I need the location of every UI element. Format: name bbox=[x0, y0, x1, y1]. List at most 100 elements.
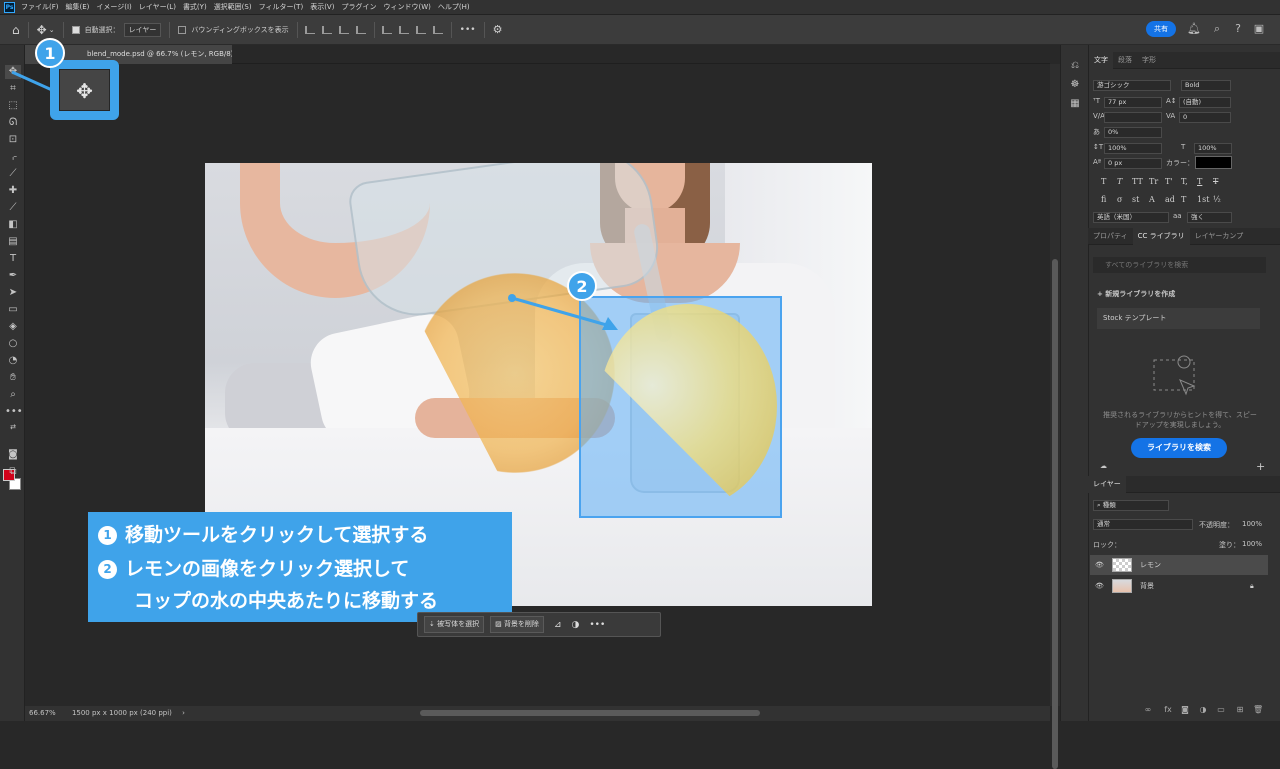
more-options-button[interactable]: ••• bbox=[589, 620, 605, 630]
opacity-value[interactable]: 100% bbox=[1242, 520, 1262, 528]
menu-plugins[interactable]: プラグイン bbox=[341, 2, 376, 12]
visibility-eye-icon[interactable]: 👁︎ bbox=[1095, 555, 1104, 575]
create-library-button[interactable]: + 新規ライブラリを作成 bbox=[1097, 289, 1175, 299]
quick-mask-icon[interactable]: ◙ bbox=[5, 448, 21, 462]
menu-window[interactable]: ウィンドウ(W) bbox=[383, 2, 430, 12]
tab-cc-libraries[interactable]: CC ライブラリ bbox=[1132, 227, 1190, 245]
tsume-field[interactable]: 0% bbox=[1104, 127, 1162, 138]
align-left-icon[interactable] bbox=[304, 25, 315, 34]
lasso-tool-icon[interactable]: ᘏ bbox=[5, 116, 21, 130]
zoom-level[interactable]: 66.67% bbox=[29, 709, 56, 717]
link-layers-icon[interactable]: ∞ bbox=[1143, 705, 1153, 715]
library-search-input[interactable]: すべてのライブラリを検索 bbox=[1093, 257, 1266, 273]
zoom-tool-icon[interactable]: ⌕ bbox=[5, 388, 21, 402]
fill-value[interactable]: 100% bbox=[1242, 540, 1262, 548]
show-bounding-box-checkbox[interactable]: バウンディングボックスを表示 bbox=[178, 20, 289, 40]
object-selection-tool-icon[interactable]: ⊡ bbox=[5, 133, 21, 147]
home-icon[interactable]: ⌂ bbox=[12, 20, 20, 40]
font-size-field[interactable]: 77 px bbox=[1104, 97, 1162, 108]
more-options-button[interactable]: ••• bbox=[460, 20, 476, 40]
visibility-eye-icon[interactable]: 👁︎ bbox=[1095, 576, 1104, 596]
text-color-swatch[interactable] bbox=[1195, 156, 1232, 169]
remove-background-button[interactable]: ▨ 背景を削除 bbox=[490, 616, 544, 633]
vertical-scrollbar[interactable] bbox=[1050, 64, 1060, 769]
cloud-icon[interactable]: ☁︎ bbox=[1100, 462, 1107, 470]
menu-view[interactable]: 表示(V) bbox=[310, 2, 334, 12]
stylistic-alt-button[interactable]: ad bbox=[1165, 195, 1175, 204]
new-layer-icon[interactable]: ⊞ bbox=[1235, 705, 1245, 715]
menu-image[interactable]: イメージ(I) bbox=[96, 2, 131, 12]
chevron-down-icon[interactable]: ⌄ bbox=[49, 20, 55, 40]
blur-tool-icon[interactable]: ○ bbox=[5, 337, 21, 351]
delete-layer-icon[interactable]: 🗑︎ bbox=[1253, 705, 1263, 715]
paint-bucket-tool-icon[interactable]: ◈ bbox=[5, 320, 21, 334]
titling-alt-button[interactable]: T bbox=[1181, 195, 1186, 204]
align-top-icon[interactable] bbox=[355, 25, 366, 34]
screen-mode-icon[interactable]: ⧉ bbox=[5, 465, 21, 479]
swash-button[interactable]: A bbox=[1149, 195, 1155, 204]
blend-mode-select[interactable]: 通常 bbox=[1093, 519, 1193, 530]
adjustment-layer-icon[interactable]: ◑ bbox=[1198, 705, 1208, 715]
ordinals-button[interactable]: 1st bbox=[1197, 195, 1209, 204]
tab-paragraph[interactable]: 段落 bbox=[1113, 52, 1137, 69]
menu-edit[interactable]: 編集(E) bbox=[66, 2, 90, 12]
rectangle-tool-icon[interactable]: ▭ bbox=[5, 303, 21, 317]
move-tool-preset-icon[interactable]: ✥ bbox=[37, 20, 47, 40]
brush-settings-icon[interactable]: ☸ bbox=[1069, 79, 1081, 91]
pen-tool-icon[interactable]: ✒︎ bbox=[5, 269, 21, 283]
brush-tool-icon[interactable]: ⟋ bbox=[5, 201, 21, 215]
menu-help[interactable]: ヘルプ(H) bbox=[438, 2, 470, 12]
tab-character[interactable]: 文字 bbox=[1089, 51, 1113, 69]
browse-libraries-button[interactable]: ライブラリを検索 bbox=[1131, 438, 1227, 458]
marquee-tool-icon[interactable]: ⬚ bbox=[5, 99, 21, 113]
tracking-field[interactable]: 0 bbox=[1179, 112, 1231, 123]
help-icon[interactable]: ? bbox=[1231, 22, 1245, 36]
chevron-right-icon[interactable]: › bbox=[182, 709, 185, 717]
healing-brush-tool-icon[interactable]: ✚ bbox=[5, 184, 21, 198]
history-icon[interactable]: ⎌ bbox=[1069, 60, 1081, 72]
menu-type[interactable]: 書式(Y) bbox=[183, 2, 207, 12]
add-icon[interactable]: + bbox=[1256, 460, 1265, 473]
edit-toolbar-icon[interactable]: ••• bbox=[5, 405, 23, 419]
eraser-tool-icon[interactable]: ◧ bbox=[5, 218, 21, 232]
distribute-top-icon[interactable] bbox=[432, 25, 443, 34]
new-group-icon[interactable]: ▭ bbox=[1216, 705, 1226, 715]
layer-filter-select[interactable]: ⌕ 種類 bbox=[1093, 500, 1169, 511]
menu-filter[interactable]: フィルター(T) bbox=[259, 2, 304, 12]
transform-icon[interactable]: ⊿ bbox=[554, 620, 562, 630]
font-style-select[interactable]: Bold bbox=[1181, 80, 1231, 91]
subscript-button[interactable]: T, bbox=[1181, 177, 1188, 186]
contextual-alt-button[interactable]: σ bbox=[1117, 195, 1122, 204]
swap-colors-icon[interactable]: ⇄ bbox=[5, 420, 21, 434]
baseline-shift-field[interactable]: 0 px bbox=[1104, 158, 1162, 169]
search-icon[interactable]: ⌕ bbox=[1210, 22, 1224, 36]
hand-tool-icon[interactable]: ✋︎ bbox=[5, 371, 21, 385]
faux-italic-button[interactable]: T bbox=[1117, 177, 1122, 186]
eyedropper-tool-icon[interactable]: ⟋ bbox=[5, 167, 21, 181]
swatches-icon[interactable]: ▦ bbox=[1069, 98, 1081, 110]
layer-row-background[interactable]: 👁︎ 背景 🔒︎ bbox=[1090, 576, 1268, 596]
language-select[interactable]: 英語（米国） bbox=[1093, 212, 1169, 223]
tab-layer-comps[interactable]: レイヤーカンプ bbox=[1190, 228, 1249, 245]
align-right-icon[interactable] bbox=[338, 25, 349, 34]
horizontal-scrollbar[interactable] bbox=[420, 710, 760, 716]
superscript-button[interactable]: T' bbox=[1165, 177, 1173, 186]
discretionary-lig-button[interactable]: st bbox=[1132, 195, 1139, 204]
align-center-icon[interactable] bbox=[321, 25, 332, 34]
type-tool-icon[interactable]: T bbox=[5, 252, 21, 266]
menu-file[interactable]: ファイル(F) bbox=[21, 2, 59, 12]
underline-button[interactable]: T bbox=[1197, 177, 1202, 186]
add-mask-icon[interactable]: ◙ bbox=[1180, 705, 1190, 715]
menu-layer[interactable]: レイヤー(L) bbox=[139, 2, 176, 12]
layer-row-lemon[interactable]: 👁︎ レモン bbox=[1090, 555, 1268, 575]
stock-template-item[interactable]: Stock テンプレート bbox=[1097, 308, 1260, 329]
select-subject-button[interactable]: ⇣ 被写体を選択 bbox=[424, 616, 485, 633]
gradient-tool-icon[interactable]: ▤ bbox=[5, 235, 21, 249]
auto-select-target-select[interactable]: レイヤー bbox=[123, 22, 162, 37]
crop-tool-icon[interactable]: ⌌ bbox=[5, 150, 21, 164]
strikethrough-button[interactable]: T bbox=[1213, 177, 1218, 186]
share-button[interactable]: 共有 bbox=[1146, 21, 1176, 37]
notifications-bell-icon[interactable]: 🔔︎ bbox=[1187, 22, 1201, 36]
distribute-center-icon[interactable] bbox=[398, 25, 409, 34]
small-caps-button[interactable]: Tr bbox=[1149, 177, 1158, 186]
